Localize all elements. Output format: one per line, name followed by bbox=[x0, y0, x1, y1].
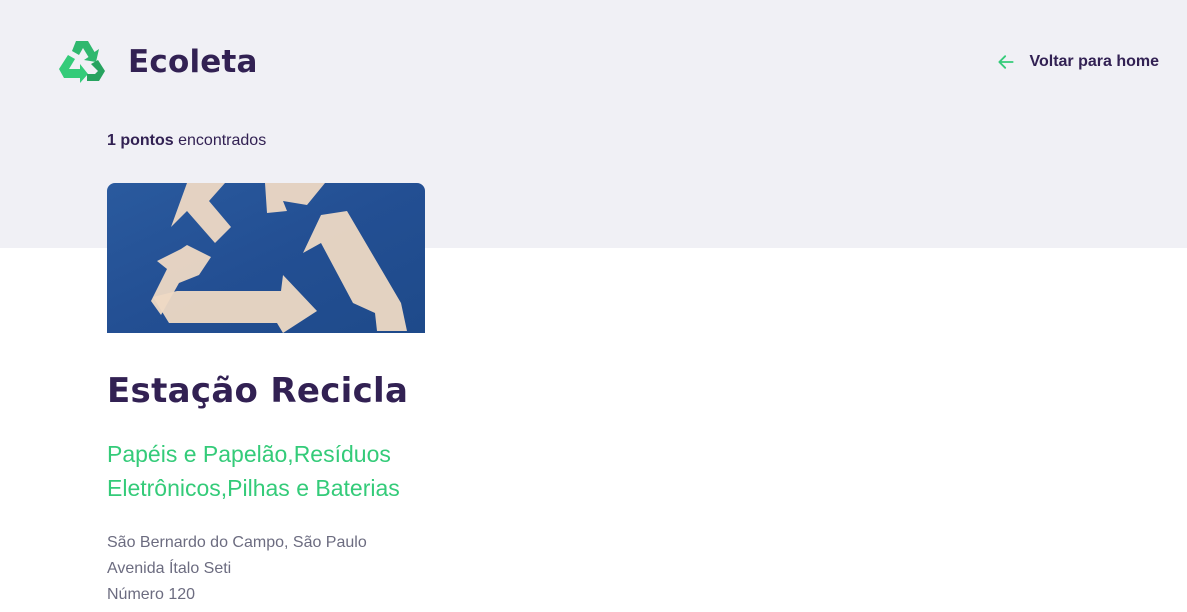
results-count-number: 1 pontos bbox=[107, 132, 174, 149]
results-count: 1 pontos encontrados bbox=[107, 132, 266, 150]
point-card[interactable]: Estação Recicla Papéis e Papelão,Resíduo… bbox=[107, 183, 425, 608]
point-name: Estação Recicla bbox=[107, 371, 409, 411]
logo[interactable]: Ecoleta bbox=[57, 38, 258, 86]
point-street: Avenida Ítalo Seti bbox=[107, 560, 232, 577]
back-to-home-link[interactable]: Voltar para home bbox=[996, 52, 1159, 72]
point-address: São Bernardo do Campo, São Paulo Avenida… bbox=[107, 530, 425, 608]
point-city-state: São Bernardo do Campo, São Paulo bbox=[107, 534, 367, 551]
point-number: Número 120 bbox=[107, 586, 196, 603]
point-items: Papéis e Papelão,Resíduos Eletrônicos,Pi… bbox=[107, 441, 400, 501]
page-header: Ecoleta Voltar para home bbox=[0, 0, 1187, 125]
arrow-left-icon bbox=[998, 55, 1015, 69]
point-image bbox=[107, 183, 425, 333]
recycle-icon bbox=[59, 41, 105, 83]
back-link-label: Voltar para home bbox=[1029, 53, 1159, 70]
results-count-suffix: encontrados bbox=[178, 132, 267, 149]
app-name: Ecoleta bbox=[128, 44, 258, 80]
